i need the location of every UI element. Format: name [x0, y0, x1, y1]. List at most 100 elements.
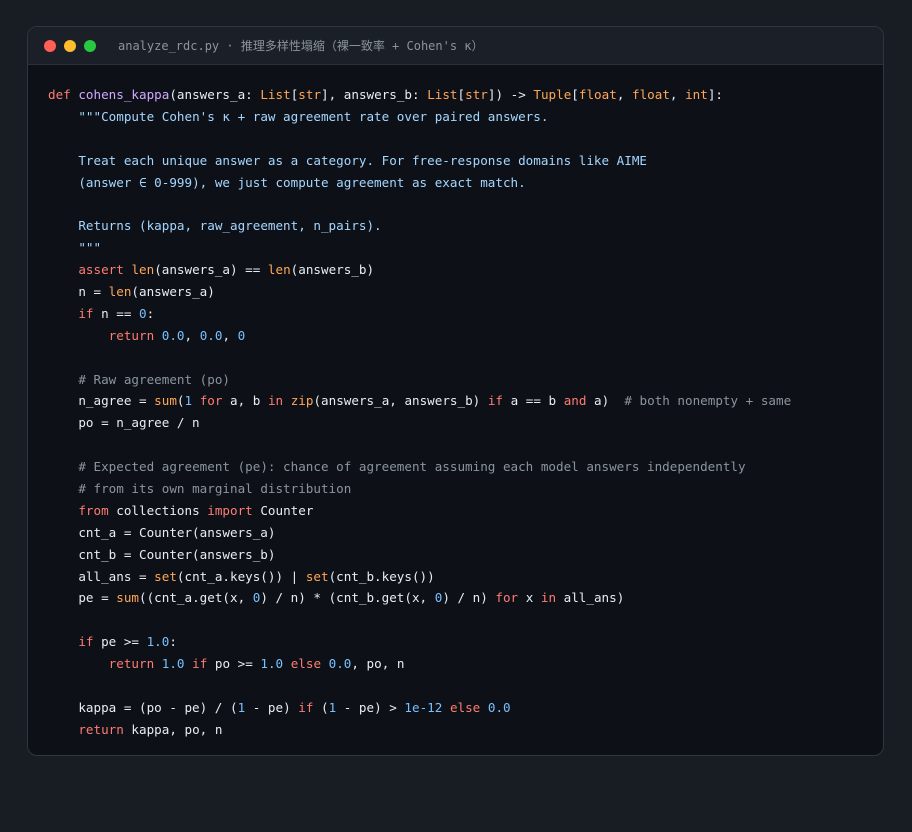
code-token: 0.0: [161, 327, 185, 343]
code-token: x: [518, 590, 541, 606]
code-token: ,: [222, 327, 238, 343]
code-token: return: [108, 656, 155, 672]
code-token: return: [78, 721, 124, 737]
code-token: ,: [669, 87, 686, 102]
code-window: analyze_rdc.py · 推理多样性塌缩（裸一致率 + Cohen's …: [27, 26, 884, 756]
code-line: # Raw agreement (po): [48, 369, 791, 391]
code-line: assert len(answers_a) == len(answers_b): [48, 259, 791, 281]
code-token: set: [154, 568, 177, 584]
code-token: a): [586, 393, 625, 409]
code-token: else: [290, 656, 322, 672]
code-token: ) / n): [442, 590, 496, 606]
code-line: cnt_a = Counter(answers_a): [48, 522, 791, 544]
code-line: all_ans = set(cnt_a.keys()) | set(cnt_b.…: [48, 566, 791, 588]
code-token: int: [685, 87, 708, 102]
code-token: cnt_a = Counter(answers_a): [48, 524, 276, 540]
code-token: po = n_agree / n: [48, 415, 200, 431]
code-token: (answers_a:: [169, 87, 261, 102]
code-editor[interactable]: def cohens_kappa(answers_a: List[str], a…: [48, 84, 791, 741]
code-token: # Raw agreement (po): [78, 371, 230, 387]
code-token: [: [457, 87, 466, 102]
code-token: 0.0: [328, 656, 352, 672]
code-token: and: [563, 393, 587, 409]
code-token: 0.0: [199, 327, 223, 343]
minimize-window-button[interactable]: [64, 39, 76, 52]
code-line: po = n_agree / n: [48, 412, 791, 434]
code-token: assert: [78, 262, 124, 278]
code-token: ,: [184, 327, 200, 343]
code-token: [: [571, 87, 579, 102]
code-token: if: [298, 699, 314, 715]
code-token: (answers_b): [290, 262, 375, 278]
code-token: float: [578, 87, 617, 102]
code-token: 1: [184, 393, 193, 409]
code-line: if pe >= 1.0:: [48, 631, 791, 653]
close-window-button[interactable]: [44, 39, 56, 52]
code-token: pe >=: [93, 634, 147, 650]
code-line: n_agree = sum(1 for a, b in zip(answers_…: [48, 390, 791, 412]
code-token: a == b: [503, 393, 564, 409]
code-token: def: [48, 87, 71, 102]
code-token: kappa = (po - pe) / (: [48, 699, 238, 715]
code-token: 1.0: [146, 634, 170, 650]
code-token: 1.0: [260, 656, 284, 672]
code-token: for: [495, 590, 519, 606]
code-token: List: [260, 87, 291, 102]
code-token: set: [305, 568, 329, 584]
code-token: - pe): [245, 699, 299, 715]
code-token: pe =: [48, 590, 117, 606]
code-token: cnt_b = Counter(answers_b): [48, 546, 276, 562]
code-token: (cnt_a.keys()) |: [176, 568, 306, 584]
code-token: (answers_a) ==: [154, 262, 268, 278]
code-token: """: [78, 240, 102, 256]
window-title: analyze_rdc.py · 推理多样性塌缩（裸一致率 + Cohen's …: [118, 39, 484, 53]
code-token: (: [176, 393, 185, 409]
code-token: Treat each unique answer as a category. …: [78, 152, 647, 168]
code-token: # Expected agreement (pe): chance of agr…: [78, 459, 746, 475]
code-token: return: [108, 327, 155, 343]
maximize-window-button[interactable]: [84, 39, 96, 52]
code-line: def cohens_kappa(answers_a: List[str], a…: [48, 84, 791, 106]
code-token: float: [631, 87, 670, 102]
code-line: n = len(answers_a): [48, 281, 791, 303]
code-line: """Compute Cohen's κ + raw agreement rat…: [48, 106, 791, 128]
code-line: # from its own marginal distribution: [48, 478, 791, 500]
code-token: List: [427, 87, 458, 102]
code-token: all_ans): [556, 590, 625, 606]
code-line: return 1.0 if po >= 1.0 else 0.0, po, n: [48, 653, 791, 675]
code-token: Counter: [252, 502, 314, 518]
code-line: return 0.0, 0.0, 0: [48, 325, 791, 347]
code-line: from collections import Counter: [48, 500, 791, 522]
code-token: if: [78, 634, 94, 650]
code-token: len: [267, 262, 291, 278]
code-token: len: [131, 262, 155, 278]
code-line: Treat each unique answer as a category. …: [48, 150, 791, 172]
code-token: 0: [139, 305, 147, 321]
code-line: return kappa, po, n: [48, 719, 791, 741]
code-token: in: [540, 590, 557, 606]
code-token: n_agree =: [48, 393, 155, 409]
code-token: sum: [154, 393, 177, 409]
window-titlebar: analyze_rdc.py · 推理多样性塌缩（裸一致率 + Cohen's …: [28, 27, 883, 65]
code-token: ], answers_b:: [321, 87, 428, 102]
code-token: (: [313, 699, 329, 715]
code-token: Returns (kappa, raw_agreement, n_pairs).: [78, 218, 382, 234]
code-token: # from its own marginal distribution: [78, 481, 352, 497]
